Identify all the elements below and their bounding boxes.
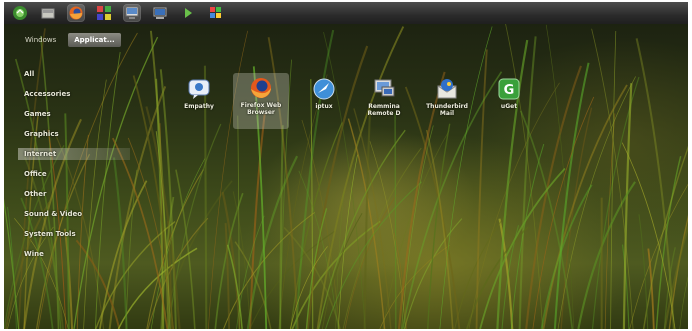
- app-label-line2: Remote D: [367, 110, 401, 117]
- category-system-tools[interactable]: System Tools: [18, 228, 130, 240]
- app-label-line2: Mail: [439, 110, 455, 117]
- thunderbird-icon: [435, 77, 459, 101]
- grass-blade: [642, 145, 688, 329]
- category-other[interactable]: Other: [18, 188, 130, 200]
- grass-blade: [175, 169, 196, 329]
- app-thunderbird[interactable]: Thunderbird Mail: [419, 74, 475, 117]
- grass-blade: [394, 113, 397, 329]
- app-label: iptux: [315, 103, 333, 110]
- applications-launcher-icon[interactable]: [96, 5, 112, 21]
- firefox-icon: [249, 76, 273, 100]
- category-internet[interactable]: Internet: [18, 148, 130, 160]
- tab-windows[interactable]: Windows: [19, 33, 62, 47]
- monitor-icon[interactable]: [152, 5, 168, 21]
- app-iptux[interactable]: iptux: [296, 74, 352, 110]
- grass-blade: [246, 155, 299, 329]
- file-manager-icon[interactable]: [123, 4, 141, 22]
- app-empathy[interactable]: Empathy: [171, 74, 227, 110]
- main-menu-icon[interactable]: [12, 5, 28, 21]
- grass-blade: [439, 26, 493, 329]
- grass-blade: [382, 130, 450, 329]
- grass-blade: [426, 123, 451, 329]
- view-switcher: Windows Applicat...: [19, 33, 121, 47]
- category-list: All Accessories Games Graphics Internet …: [18, 68, 130, 268]
- category-all[interactable]: All: [18, 68, 130, 80]
- play-icon[interactable]: [180, 5, 196, 21]
- windows-icon[interactable]: [208, 5, 224, 21]
- iptux-icon: [312, 77, 336, 101]
- remote-desktop-icon: [372, 77, 396, 101]
- category-wine[interactable]: Wine: [18, 248, 130, 260]
- grass-blade: [425, 129, 454, 329]
- category-games[interactable]: Games: [18, 108, 130, 120]
- uget-icon: G: [497, 77, 521, 101]
- app-label: uGet: [500, 103, 518, 110]
- empathy-icon: [187, 77, 211, 101]
- tab-applications[interactable]: Applicat...: [68, 33, 121, 47]
- top-panel: [4, 2, 688, 24]
- grass-blade: [679, 276, 688, 329]
- category-sound-video[interactable]: Sound & Video: [18, 208, 130, 220]
- app-uget[interactable]: G uGet: [481, 74, 537, 110]
- app-label: Thunderbird: [426, 103, 468, 110]
- firefox-launcher-icon[interactable]: [67, 4, 85, 22]
- grass-blade: [560, 107, 593, 329]
- grass-blade: [4, 198, 20, 329]
- app-firefox[interactable]: Firefox Web Browser: [233, 73, 289, 129]
- grass-blade: [591, 76, 640, 329]
- app-label: Firefox Web: [240, 102, 282, 109]
- grass-blade: [504, 20, 544, 329]
- app-remmina[interactable]: Remmina Remote D: [356, 74, 412, 117]
- category-accessories[interactable]: Accessories: [18, 88, 130, 100]
- category-graphics[interactable]: Graphics: [18, 128, 130, 140]
- app-label: Empathy: [184, 103, 214, 110]
- desktop-screen: Windows Applicat... All Accessories Game…: [4, 2, 688, 329]
- show-desktop-icon[interactable]: [40, 5, 56, 21]
- svg-text:G: G: [504, 83, 515, 98]
- grass-blade: [117, 247, 198, 329]
- category-office[interactable]: Office: [18, 168, 130, 180]
- app-label-line2: Browser: [247, 109, 275, 116]
- app-label: Remmina: [368, 103, 400, 110]
- grass-blade: [403, 218, 463, 329]
- grass-blade: [232, 191, 251, 329]
- grass-blade: [279, 125, 284, 329]
- grass-blade: [363, 108, 372, 329]
- grass-blade: [224, 223, 231, 329]
